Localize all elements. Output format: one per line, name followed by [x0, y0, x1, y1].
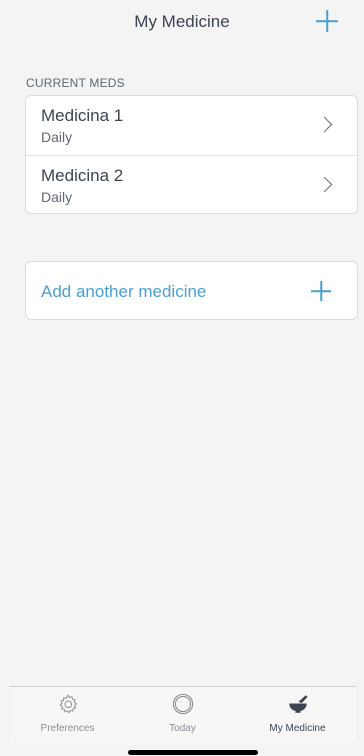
- home-indicator: [128, 750, 258, 755]
- tab-my-medicine[interactable]: My Medicine: [240, 687, 355, 743]
- med-frequency: Daily: [41, 129, 73, 145]
- add-another-medicine-button[interactable]: Add another medicine: [25, 261, 358, 320]
- chevron-right-icon: [316, 176, 333, 193]
- my-medicine-screen: My Medicine CURRENT MEDS Medicina 1 Dail…: [0, 0, 364, 756]
- med-row[interactable]: Medicina 1 Daily: [26, 96, 357, 155]
- plus-icon: [311, 281, 331, 301]
- tab-preferences[interactable]: Preferences: [10, 687, 125, 743]
- current-meds-list: Medicina 1 Daily Medicina 2 Daily: [25, 95, 358, 214]
- tab-label: Preferences: [40, 723, 95, 734]
- gear-icon: [58, 694, 77, 714]
- med-row[interactable]: Medicina 2 Daily: [26, 155, 357, 213]
- chevron-right-icon: [316, 116, 333, 133]
- tab-bar: Preferences Today My Medicine: [10, 686, 356, 742]
- page-title: My Medicine: [134, 12, 230, 31]
- med-frequency: Daily: [41, 189, 73, 205]
- med-name: Medicina 1: [41, 106, 124, 125]
- tab-label: Today: [169, 723, 196, 734]
- add-icon-wrap: [311, 281, 331, 301]
- add-another-medicine-label: Add another medicine: [41, 282, 207, 301]
- tab-label: My Medicine: [269, 723, 326, 734]
- mortar-pestle-icon: [288, 695, 308, 713]
- ring-icon: [172, 693, 193, 715]
- plus-icon: [316, 10, 338, 32]
- tab-today[interactable]: Today: [125, 687, 240, 743]
- med-name: Medicina 2: [41, 166, 124, 185]
- add-medicine-button[interactable]: [316, 10, 338, 32]
- section-header-current-meds: CURRENT MEDS: [26, 76, 125, 90]
- nav-bar: My Medicine: [0, 0, 364, 48]
